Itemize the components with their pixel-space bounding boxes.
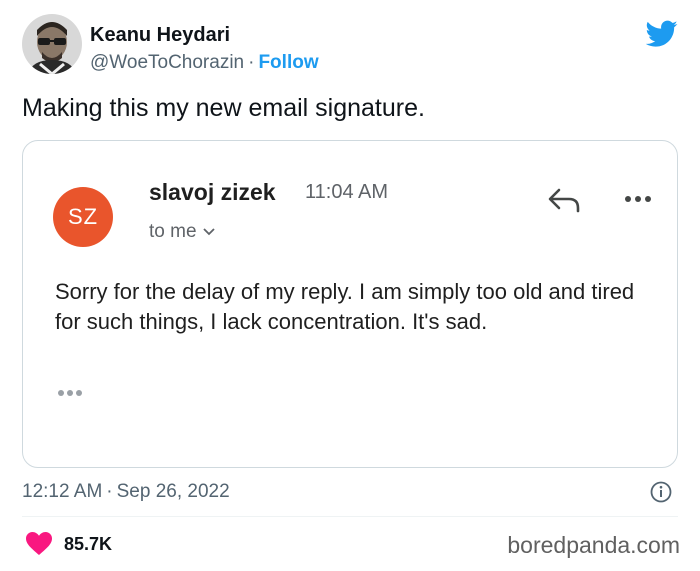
footer-divider: [22, 516, 678, 517]
tweet-date: Sep 26, 2022: [116, 481, 230, 502]
author-name[interactable]: Keanu Heydari: [90, 24, 230, 47]
tweet-time: 12:12 AM: [22, 481, 103, 502]
timestamp-separator: ·: [106, 481, 113, 502]
follow-link[interactable]: Follow: [258, 52, 318, 73]
heart-icon[interactable]: [26, 532, 52, 555]
reply-arrow-icon[interactable]: [547, 187, 581, 213]
sender-name: slavoj zizek: [149, 179, 276, 205]
email-body: Sorry for the delay of my reply. I am si…: [55, 279, 635, 334]
like-count[interactable]: 85.7K: [64, 534, 112, 555]
twitter-bird-icon[interactable]: [646, 20, 678, 48]
trimmed-content-dots-icon[interactable]: [53, 387, 87, 399]
separator-dot: ·: [248, 52, 255, 73]
sender-avatar: SZ: [53, 187, 113, 247]
more-dots-icon[interactable]: [621, 193, 655, 205]
info-icon[interactable]: [650, 481, 672, 503]
tweet-text: Making this my new email signature.: [22, 94, 425, 122]
email-screenshot-card[interactable]: SZ slavoj zizek 11:04 AM to me Sorry for…: [22, 140, 678, 468]
chevron-down-icon: [202, 224, 215, 239]
email-time: 11:04 AM: [305, 181, 389, 203]
author-avatar[interactable]: [22, 14, 82, 74]
recipient-label: to me: [149, 221, 197, 242]
tweet-header: Keanu Heydari @WoeToChorazin · Follow: [22, 14, 682, 84]
tweet-timestamp[interactable]: 12:12 AM · Sep 26, 2022: [22, 481, 230, 503]
watermark: boredpanda.com: [507, 532, 680, 558]
author-handle[interactable]: @WoeToChorazin: [90, 52, 244, 73]
recipient-details[interactable]: to me: [149, 221, 215, 243]
author-meta: @WoeToChorazin · Follow: [90, 52, 319, 74]
